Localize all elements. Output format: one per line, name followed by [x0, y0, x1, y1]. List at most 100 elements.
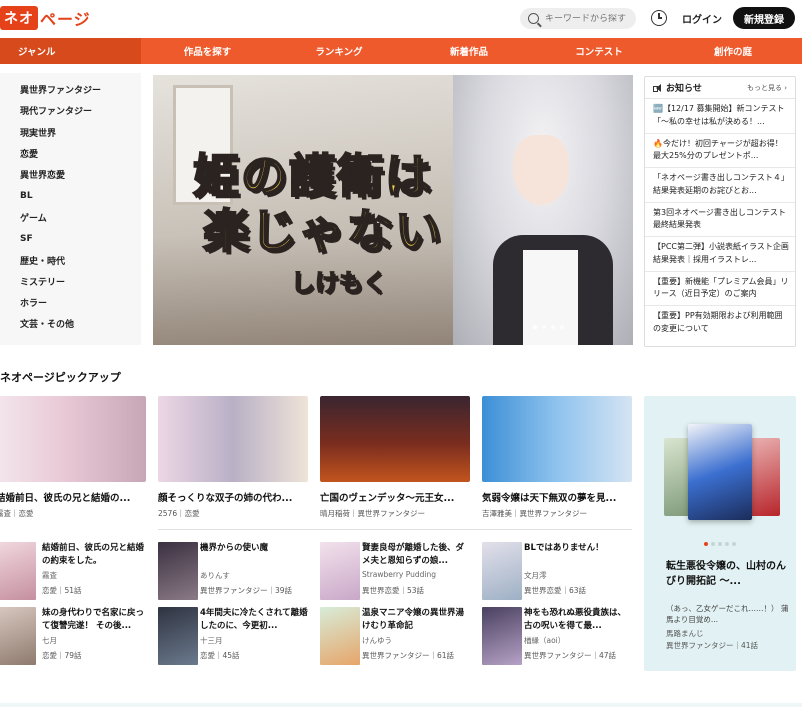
notices-panel: お知らせ もっと見る › 🆕【12/17 募集開始】新コンテスト「〜私の幸せは私…	[644, 76, 796, 347]
item-author: 楢縁（aoi）	[524, 636, 566, 645]
sidebar-item-sf[interactable]: SF	[0, 228, 141, 249]
sidebar-item-real-world[interactable]: 現実世界	[0, 122, 141, 143]
nav-creative-garden[interactable]: 創作の庭	[664, 38, 802, 64]
sidebar-item-horror[interactable]: ホラー	[0, 292, 141, 313]
login-link[interactable]: ログイン	[682, 11, 722, 26]
list-item[interactable]: BLではありません！ 文月澪 異世界恋愛｜63話	[482, 542, 632, 602]
item-title: 温泉マニア令嬢の異世界湯けむり革命記	[362, 608, 465, 631]
featured-title: 転生悪役令嬢の、山村のんびり開拓記 〜...	[666, 561, 786, 587]
list-item[interactable]: 神をも恐れぬ悪役貴族は、古の呪いを得て最... 楢縁（aoi） 異世界ファンタジ…	[482, 607, 632, 667]
register-button[interactable]: 新規登録	[733, 7, 795, 29]
genre-sidebar: 異世界ファンタジー 現代ファンタジー 現実世界 恋愛 異世界恋愛 BL ゲーム …	[0, 73, 141, 345]
list-item[interactable]: 結婚前日、彼氏の兄と結婚の約束をした。 霧査 恋愛｜51話	[0, 542, 150, 602]
item-meta: 異世界ファンタジー｜47話	[524, 651, 617, 660]
list-item[interactable]: 賢妻良母が離婚した後、ダメ夫と恩知らずの娘... Strawberry Pudd…	[320, 542, 470, 602]
featured-dot[interactable]	[732, 542, 736, 546]
featured-dot[interactable]	[711, 542, 715, 546]
banner-dot[interactable]	[533, 325, 537, 329]
cover-image	[320, 607, 360, 665]
sidebar-item-isekai-fantasy[interactable]: 異世界ファンタジー	[0, 79, 141, 100]
nav-ranking[interactable]: ランキング	[274, 38, 404, 64]
sidebar-item-modern-fantasy[interactable]: 現代ファンタジー	[0, 100, 141, 121]
nav-genre[interactable]: ジャンル	[0, 38, 141, 64]
nav-contest[interactable]: コンテスト	[534, 38, 664, 64]
item-author: 七月	[42, 636, 57, 645]
cover-image	[158, 396, 308, 482]
cover-image	[320, 542, 360, 600]
notice-item[interactable]: 「ネオページ書き出しコンテスト４」結果発表延期のお詫びとお...	[645, 168, 795, 203]
notice-item[interactable]: 【PCC第二弾】小説表紙イラスト企画結果発表｜採用イラストレ...	[645, 237, 795, 272]
sidebar-item-isekai-romance[interactable]: 異世界恋愛	[0, 164, 141, 185]
nav-new-works[interactable]: 新着作品	[404, 38, 534, 64]
list-item[interactable]: 機界からの使い魔 ありんす 異世界ファンタジー｜39話	[158, 542, 308, 602]
banner-dot[interactable]	[551, 325, 555, 329]
banner-pagination	[533, 325, 564, 329]
featured-panel[interactable]: 転生悪役令嬢の、山村のんびり開拓記 〜... （あっ、乙女ゲーだこれ……！） 蒲…	[644, 396, 796, 671]
logo-box: ネオ	[0, 6, 38, 30]
item-author: Strawberry Pudding	[362, 570, 437, 579]
item-meta: 異世界恋愛｜63話	[524, 586, 587, 595]
item-meta: 恋愛｜51話	[42, 586, 82, 595]
search-box[interactable]	[520, 8, 636, 29]
item-author: 文月澪	[524, 571, 547, 580]
cover-image	[482, 607, 522, 665]
item-author: 霧査	[42, 571, 57, 580]
card-title: 亡国のヴェンデッタ〜元王女...	[320, 493, 455, 504]
featured-dot[interactable]	[704, 542, 708, 546]
list-item[interactable]: 4年間夫に冷たくされて離婚したのに、今更初... 十三月 恋愛｜45話	[158, 607, 308, 667]
hero-banner[interactable]: 姫の護衛は 楽じゃない しけもく	[153, 75, 633, 345]
notice-item[interactable]: 【重要】新機能「プレミアム会員」リリース（近日予定）のご案内	[645, 272, 795, 306]
notice-item[interactable]: 🆕【12/17 募集開始】新コンテスト「〜私の幸せは私が決める！...	[645, 99, 795, 134]
featured-dot[interactable]	[718, 542, 722, 546]
history-icon[interactable]	[651, 10, 667, 26]
nav-search-works[interactable]: 作品を探す	[141, 38, 274, 64]
sidebar-item-romance[interactable]: 恋愛	[0, 143, 141, 164]
cover-image	[482, 542, 522, 600]
sidebar-item-history[interactable]: 歴史・時代	[0, 249, 141, 270]
featured-dot[interactable]	[725, 542, 729, 546]
logo-text: ページ	[40, 10, 91, 29]
item-title: 機界からの使い魔	[200, 543, 269, 553]
featured-meta: 異世界ファンタジー｜41話	[666, 641, 759, 650]
pickup-card[interactable]: 顔そっくりな双子の姉の代わ... 2576｜恋愛	[158, 396, 308, 519]
list-item[interactable]: 温泉マニア令嬢の異世界湯けむり革命記 けんゆう 異世界ファンタジー｜61話	[320, 607, 470, 667]
notices-header: お知らせ もっと見る ›	[645, 77, 795, 99]
banner-dot[interactable]	[542, 325, 546, 329]
notice-item[interactable]: 🔥今だけ！初回チャージが超お得！最大25%分のプレゼントポ...	[645, 134, 795, 168]
card-meta: 晴月稲荷｜異世界ファンタジー	[320, 509, 425, 518]
banner-dot[interactable]	[560, 325, 564, 329]
site-logo[interactable]: ネオ ページ	[0, 6, 91, 30]
cover-image	[158, 542, 198, 600]
featured-cover-right	[750, 438, 780, 516]
item-meta: 異世界恋愛｜53話	[362, 586, 425, 595]
featured-description: （あっ、乙女ゲーだこれ……！） 蒲馬より目覚め...	[666, 604, 789, 624]
header: ネオ ページ ログイン 新規登録	[0, 0, 802, 38]
item-title: 妹の身代わりで名家に戻って復讐完遂！ その後...	[42, 608, 145, 631]
cover-image	[320, 396, 470, 482]
sidebar-item-game[interactable]: ゲーム	[0, 207, 141, 228]
notices-title: お知らせ	[666, 84, 702, 94]
cover-image	[158, 607, 198, 665]
notice-item[interactable]: 第3回ネオページ書き出しコンテスト最終結果発表	[645, 203, 795, 237]
pickup-card[interactable]: 気弱令嬢は天下無双の夢を見... 吉澤雅美｜異世界ファンタジー	[482, 396, 632, 519]
banner-character-face	[513, 135, 569, 205]
card-meta: 霧査｜恋愛	[0, 509, 34, 518]
pickup-card[interactable]: 結婚前日、彼氏の兄と結婚の... 霧査｜恋愛	[0, 396, 146, 519]
notice-item[interactable]: 【重要】PP有効期限および利用範囲の変更について	[645, 306, 795, 341]
item-title: 結婚前日、彼氏の兄と結婚の約束をした。	[42, 543, 145, 566]
pickup-section-title: ネオページピックアップ	[0, 371, 121, 384]
card-title: 気弱令嬢は天下無双の夢を見...	[482, 493, 617, 504]
card-title: 顔そっくりな双子の姉の代わ...	[158, 493, 293, 504]
notices-more-link[interactable]: もっと見る ›	[747, 83, 787, 93]
sidebar-item-mystery[interactable]: ミステリー	[0, 271, 141, 292]
list-item[interactable]: 妹の身代わりで名家に戻って復讐完遂！ その後... 七月 恋愛｜79話	[0, 607, 150, 667]
search-input[interactable]	[545, 13, 635, 24]
sidebar-item-literature[interactable]: 文芸・その他	[0, 313, 141, 334]
featured-pagination	[704, 542, 736, 546]
pickup-card[interactable]: 亡国のヴェンデッタ〜元王女... 晴月稲荷｜異世界ファンタジー	[320, 396, 470, 519]
item-meta: 恋愛｜45話	[200, 651, 240, 660]
card-title: 結婚前日、彼氏の兄と結婚の...	[0, 493, 131, 504]
sidebar-item-bl[interactable]: BL	[0, 185, 141, 206]
bottom-band	[0, 703, 802, 707]
banner-title-line1: 姫の護衛は	[192, 149, 433, 203]
